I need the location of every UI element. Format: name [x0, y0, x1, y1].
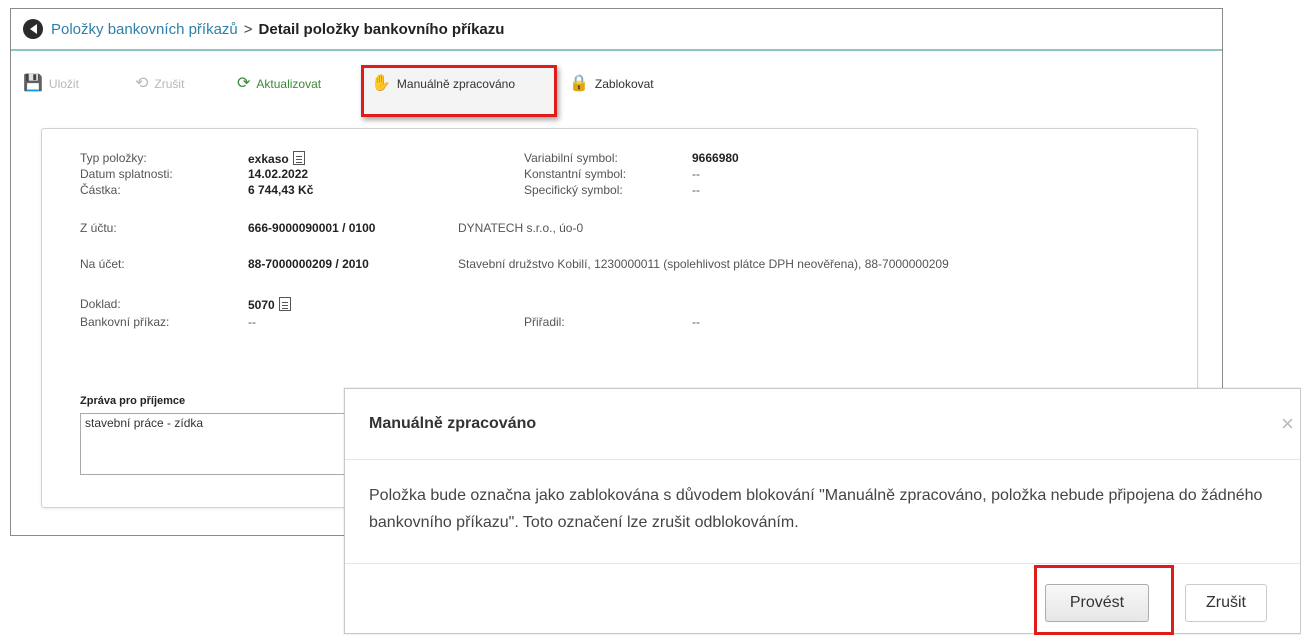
- amount-label: Částka:: [80, 183, 121, 197]
- message-title: Zpráva pro příjemce: [80, 395, 186, 407]
- block-label: Zablokovat: [594, 77, 654, 91]
- close-icon[interactable]: ×: [1281, 411, 1294, 437]
- app-logo-icon: [23, 19, 43, 39]
- constant-symbol-label: Konstantní symbol:: [524, 167, 627, 181]
- confirm-button-highlight: [1034, 565, 1174, 635]
- document-label: Doklad:: [80, 297, 121, 311]
- variable-symbol-value: 9666980: [692, 151, 739, 165]
- floppy-disk-icon: 💾: [23, 75, 43, 92]
- hand-icon: ✋: [371, 75, 391, 92]
- breadcrumb-parent-link[interactable]: Položky bankovních příkazů: [51, 21, 238, 38]
- refresh-icon: ⟳: [237, 75, 251, 92]
- manual-processed-button[interactable]: ✋ Manuálně zpracováno: [371, 76, 515, 92]
- undo-icon: ⟲: [135, 75, 149, 92]
- to-account-name: Stavební družstvo Kobilí, 1230000011 (sp…: [458, 257, 949, 271]
- specific-symbol-label: Specifický symbol:: [524, 183, 623, 197]
- to-account-value: 88-7000000209 / 2010: [248, 257, 369, 271]
- assigned-by-label: Přiřadil:: [524, 315, 565, 329]
- dialog-message: Položka bude označna jako zablokována s …: [345, 460, 1300, 564]
- manual-processed-dialog: Manuálně zpracováno × Položka bude označ…: [344, 388, 1301, 635]
- message-textarea[interactable]: stavební práce - zídka: [80, 413, 380, 475]
- refresh-button[interactable]: ⟳ Aktualizovat: [237, 76, 321, 92]
- amount-value: 6 744,43 Kč: [248, 183, 314, 197]
- type-value-text: exkaso: [248, 152, 289, 166]
- refresh-label: Aktualizovat: [256, 77, 322, 91]
- lock-icon: 🔒: [569, 75, 589, 92]
- document-icon[interactable]: [292, 151, 305, 165]
- breadcrumb: Položky bankovních příkazů > Detail polo…: [11, 9, 1222, 51]
- from-account-label: Z účtu:: [80, 221, 117, 235]
- cancel-button[interactable]: ⟲ Zrušit: [135, 76, 184, 92]
- to-account-label: Na účet:: [80, 257, 125, 271]
- due-date-label: Datum splatnosti:: [80, 167, 173, 181]
- page-title: Detail položky bankovního příkazu: [258, 20, 505, 38]
- save-button[interactable]: 💾 Uložit: [23, 76, 79, 92]
- bank-order-value: --: [248, 315, 256, 329]
- dialog-title: Manuálně zpracováno: [369, 415, 537, 432]
- constant-symbol-value: --: [692, 167, 700, 181]
- bank-order-label: Bankovní příkaz:: [80, 315, 170, 329]
- type-label: Typ položky:: [80, 151, 147, 165]
- save-label: Uložit: [48, 77, 79, 91]
- dialog-cancel-button[interactable]: Zrušit: [1185, 584, 1267, 622]
- from-account-name: DYNATECH s.r.o., úo-0: [458, 221, 584, 235]
- dialog-header: Manuálně zpracováno ×: [345, 389, 1300, 460]
- variable-symbol-label: Variabilní symbol:: [524, 151, 618, 165]
- breadcrumb-separator: >: [243, 20, 253, 38]
- manual-processed-label: Manuálně zpracováno: [396, 77, 515, 91]
- specific-symbol-value: --: [692, 183, 700, 197]
- toolbar: 💾 Uložit ⟲ Zrušit ⟳ Aktualizovat ✋ Manuá…: [11, 71, 1222, 101]
- type-value: exkaso: [248, 151, 305, 166]
- document-value: 5070: [248, 297, 291, 312]
- cancel-label: Zrušit: [154, 77, 185, 91]
- assigned-by-value: --: [692, 315, 700, 329]
- due-date-value: 14.02.2022: [248, 167, 309, 181]
- document-detail-icon[interactable]: [278, 297, 291, 311]
- from-account-value: 666-9000090001 / 0100: [248, 221, 376, 235]
- block-button[interactable]: 🔒 Zablokovat: [569, 76, 654, 92]
- document-number: 5070: [248, 298, 275, 312]
